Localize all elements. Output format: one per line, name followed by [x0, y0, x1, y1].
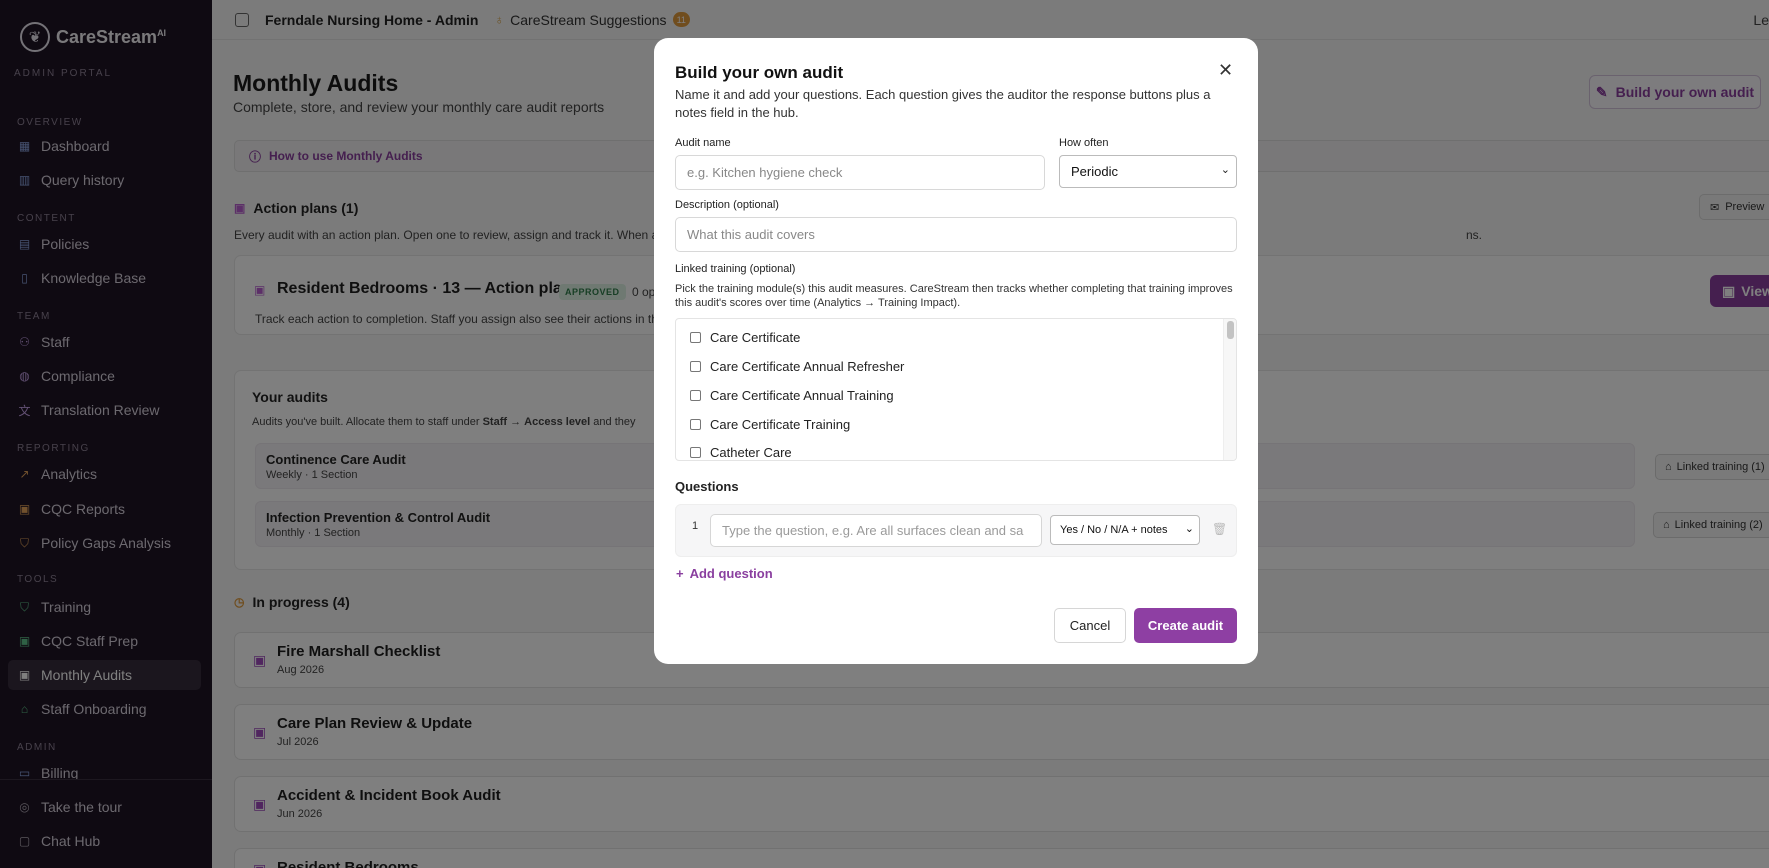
description-label: Description (optional) — [675, 199, 779, 211]
scrollbar[interactable] — [1223, 319, 1236, 460]
response-type-select[interactable]: Yes / No / N/A + notes ⌄ — [1050, 515, 1200, 545]
training-option[interactable]: Care Certificate Annual Refresher — [690, 359, 904, 374]
how-often-select[interactable]: Periodic ⌄ — [1059, 155, 1237, 188]
cancel-button[interactable]: Cancel — [1054, 608, 1126, 643]
linked-training-label: Linked training (optional) — [675, 263, 796, 275]
plus-icon: + — [676, 566, 684, 581]
training-option-label: Care Certificate Annual Refresher — [710, 359, 905, 374]
trash-icon[interactable]: 🗑 — [1212, 522, 1227, 536]
add-question-label: Add question — [689, 566, 773, 581]
modal-subtitle: Name it and add your questions. Each que… — [675, 87, 1211, 120]
training-option[interactable]: Care Certificate — [690, 330, 800, 345]
training-option-label: Care Certificate Annual Training — [710, 388, 894, 403]
checkbox[interactable] — [690, 332, 701, 343]
training-option[interactable]: Catheter Care — [690, 445, 792, 460]
training-list: Care Certificate Care Certificate Annual… — [675, 318, 1237, 461]
question-input[interactable]: Type the question, e.g. Are all surfaces… — [710, 514, 1042, 547]
build-audit-modal: Build your own audit ✕ Name it and add y… — [654, 38, 1258, 664]
how-often-value: Periodic — [1071, 164, 1118, 179]
training-option-label: Care Certificate — [710, 330, 801, 345]
close-icon[interactable]: ✕ — [1218, 60, 1233, 81]
add-question-button[interactable]: + Add question — [676, 566, 773, 581]
training-option-label: Catheter Care — [710, 445, 792, 460]
checkbox[interactable] — [690, 419, 701, 430]
chevron-down-icon: ⌄ — [1184, 523, 1194, 535]
how-often-label: How often — [1059, 137, 1109, 149]
modal-title: Build your own audit — [675, 63, 844, 82]
question-row: 1 Type the question, e.g. Are all surfac… — [675, 504, 1237, 557]
audit-name-label: Audit name — [675, 137, 731, 149]
description-input[interactable]: What this audit covers — [675, 217, 1237, 252]
checkbox[interactable] — [690, 361, 701, 372]
training-option[interactable]: Care Certificate Annual Training — [690, 388, 894, 403]
scrollbar-thumb[interactable] — [1227, 321, 1234, 339]
checkbox[interactable] — [690, 447, 701, 458]
response-type-value: Yes / No / N/A + notes — [1060, 524, 1168, 536]
questions-heading: Questions — [675, 479, 739, 494]
training-option[interactable]: Care Certificate Training — [690, 417, 850, 432]
training-option-label: Care Certificate Training — [710, 417, 851, 432]
create-audit-button[interactable]: Create audit — [1134, 608, 1237, 643]
linked-training-desc: Pick the training module(s) this audit m… — [675, 283, 1233, 309]
audit-name-input[interactable]: e.g. Kitchen hygiene check — [675, 155, 1045, 190]
chevron-down-icon: ⌄ — [1220, 164, 1230, 176]
checkbox[interactable] — [690, 390, 701, 401]
question-number: 1 — [692, 520, 699, 532]
